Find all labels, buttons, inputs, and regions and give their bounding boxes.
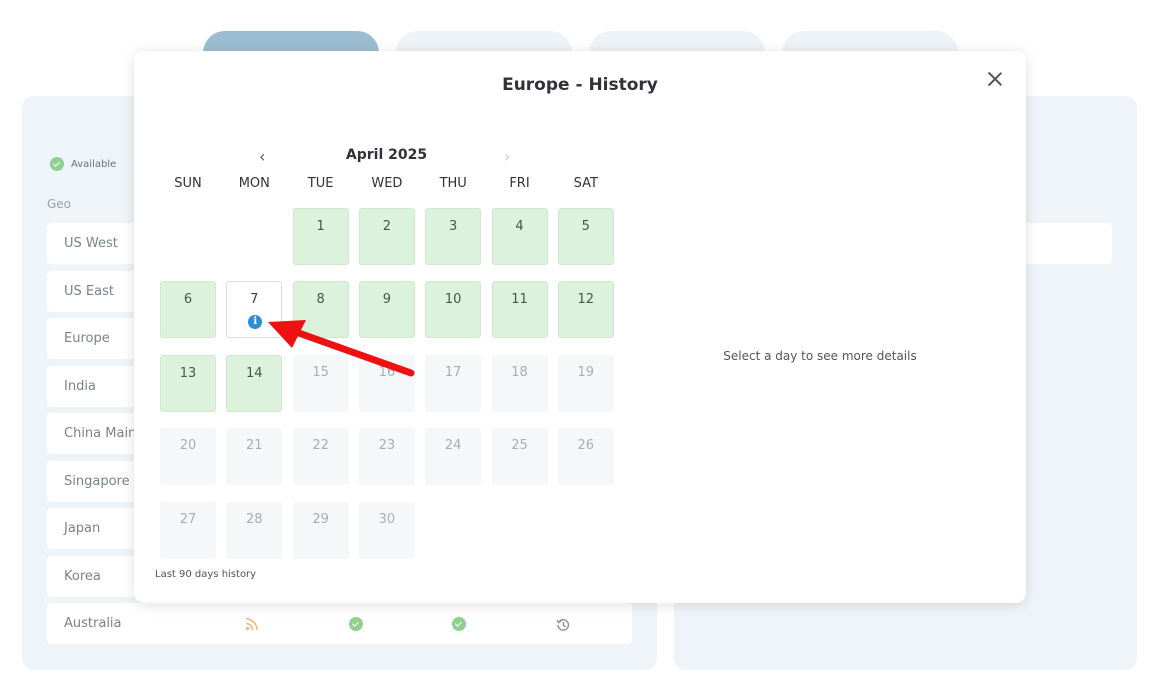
calendar-day-number: 10 (444, 292, 462, 308)
calendar-month-label: April 2025 (345, 147, 428, 163)
calendar-day[interactable]: 6 (160, 281, 216, 339)
calendar-day-number: 29 (312, 511, 329, 527)
geo-row-label: Korea (64, 568, 101, 584)
calendar-day-number: 18 (511, 364, 528, 380)
geo-row-label: Japan (64, 521, 101, 536)
weekday-label: THU (439, 176, 467, 191)
geo-header: Geo (47, 197, 72, 211)
info-icon[interactable]: i (248, 315, 263, 330)
calendar-day[interactable]: 7i (226, 281, 283, 339)
calendar-day: 22 (292, 428, 349, 486)
calendar-day-number: 21 (246, 438, 263, 454)
calendar-day-number: 2 (382, 219, 392, 234)
geo-row-label: Singapore (64, 473, 130, 489)
check-icon (50, 157, 64, 171)
calendar-day: 28 (226, 501, 283, 559)
calendar-day-number: 16 (378, 364, 396, 380)
status-legend: Available (50, 157, 116, 171)
rss-icon (245, 618, 258, 631)
weekday-label: TUE (307, 176, 334, 191)
details-placeholder: Select a day to see more details (723, 349, 917, 363)
calendar-day[interactable]: 11 (491, 281, 548, 339)
calendar-day[interactable]: 12 (557, 281, 614, 339)
chevron-right-icon[interactable]: › (504, 147, 510, 166)
calendar-day: 18 (491, 354, 548, 412)
geo-row[interactable]: Australia (47, 603, 632, 644)
chevron-left-icon[interactable]: ‹ (259, 147, 265, 166)
geo-row-label: Europe (64, 331, 110, 346)
calendar-day-number: 25 (511, 438, 528, 454)
calendar-day-number: 13 (179, 365, 197, 381)
calendar-day: 19 (557, 354, 614, 412)
weekday-label: FRI (509, 176, 530, 191)
close-icon[interactable] (986, 70, 1004, 88)
calendar-day: 29 (292, 501, 349, 559)
history-note: Last 90 days history (155, 569, 257, 580)
calendar-day-number: 4 (515, 219, 524, 234)
calendar-day-number: 30 (378, 511, 396, 527)
calendar-day: 17 (425, 354, 482, 412)
calendar-day-number: 19 (577, 364, 595, 380)
right-panel-input[interactable] (1020, 223, 1112, 264)
geo-row-label: India (64, 378, 96, 394)
calendar-day[interactable]: 10 (425, 281, 482, 339)
calendar-day-number: 14 (246, 365, 263, 381)
calendar-day-number: 17 (444, 364, 462, 380)
calendar-day[interactable]: 4 (491, 208, 548, 265)
history-modal: Europe - History ‹ April 2025 › SUN MON TU… (134, 51, 1026, 603)
calendar-day-number: 5 (581, 219, 590, 234)
calendar-day[interactable]: 1 (292, 208, 349, 265)
calendar-day-number: 23 (378, 438, 396, 454)
calendar-day-number: 26 (577, 438, 595, 454)
calendar-day[interactable]: 13 (160, 354, 216, 412)
calendar-day[interactable]: 8 (292, 281, 349, 339)
history-icon[interactable] (555, 617, 571, 633)
geo-row-label: US West (64, 236, 118, 251)
calendar-day[interactable]: 9 (358, 281, 415, 339)
modal-title: Europe - History (502, 75, 658, 95)
calendar-day: 30 (358, 501, 415, 559)
geo-row-label: Australia (64, 616, 122, 631)
weekday-label: MON (238, 176, 270, 191)
calendar-day-number: 20 (179, 438, 197, 454)
calendar-day-number: 7 (250, 292, 259, 308)
calendar-day-number: 1 (316, 219, 325, 234)
geo-row-label: China Main (64, 426, 137, 441)
calendar-day[interactable]: 3 (425, 208, 482, 265)
calendar-day[interactable]: 2 (358, 208, 415, 265)
calendar-day[interactable]: 5 (557, 208, 614, 265)
weekday-label: WED (371, 176, 403, 191)
calendar-day: 27 (160, 501, 216, 559)
calendar-day: 20 (160, 428, 216, 486)
calendar-day: 21 (226, 428, 283, 486)
calendar-day-number: 28 (246, 511, 263, 527)
calendar-day: 24 (425, 428, 482, 486)
calendar-day-number: 6 (183, 292, 193, 308)
check-icon (349, 617, 363, 631)
calendar-day: 25 (491, 428, 548, 486)
calendar-day: 15 (292, 354, 349, 412)
calendar-day-number: 11 (511, 292, 528, 308)
calendar-day-number: 22 (312, 438, 329, 454)
calendar-day-number: 12 (577, 292, 595, 308)
weekday-label: SUN (174, 176, 202, 191)
weekday-label: SAT (573, 176, 598, 191)
calendar-day: 26 (557, 428, 614, 486)
calendar-day-number: 24 (444, 438, 462, 454)
calendar-day-number: 8 (316, 292, 325, 308)
geo-row-label: US East (64, 283, 114, 299)
calendar-day-number: 9 (382, 292, 392, 308)
calendar-day: 23 (358, 428, 415, 486)
calendar-day-number: 15 (312, 364, 329, 380)
calendar-day-number: 27 (179, 511, 197, 527)
calendar-day: 16 (358, 354, 415, 412)
status-legend-label: Available (71, 158, 117, 170)
check-icon (452, 617, 466, 631)
calendar-day-number: 3 (449, 219, 458, 234)
calendar-day[interactable]: 14 (226, 354, 283, 412)
